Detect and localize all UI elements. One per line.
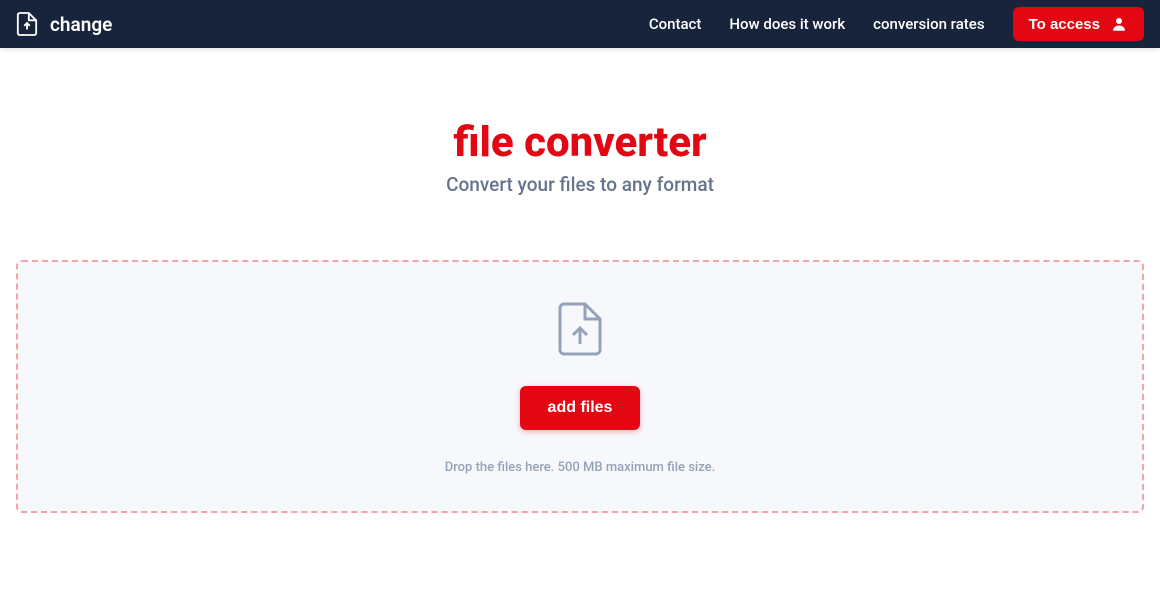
nav-section: Contact How does it work conversion rate… — [649, 7, 1144, 41]
nav-link-how-it-works[interactable]: How does it work — [729, 15, 845, 33]
title-section: file converter Convert your files to any… — [16, 118, 1144, 196]
app-header: change Contact How does it work conversi… — [0, 0, 1160, 48]
page-title: file converter — [16, 118, 1144, 167]
nav-link-contact[interactable]: Contact — [649, 15, 702, 33]
access-button-label: To access — [1029, 16, 1100, 33]
file-upload-logo-icon — [16, 11, 38, 37]
user-icon — [1110, 15, 1128, 33]
access-button[interactable]: To access — [1013, 7, 1144, 41]
file-dropzone[interactable]: add files Drop the files here. 500 MB ma… — [16, 260, 1144, 513]
logo-section[interactable]: change — [16, 11, 112, 37]
nav-link-conversion-rates[interactable]: conversion rates — [873, 15, 984, 33]
add-files-button[interactable]: add files — [520, 386, 641, 430]
logo-text: change — [50, 13, 112, 36]
main-content: file converter Convert your files to any… — [0, 48, 1160, 529]
dropzone-hint: Drop the files here. 500 MB maximum file… — [38, 460, 1122, 475]
page-subtitle: Convert your files to any format — [16, 173, 1144, 196]
file-upload-icon — [558, 302, 602, 356]
